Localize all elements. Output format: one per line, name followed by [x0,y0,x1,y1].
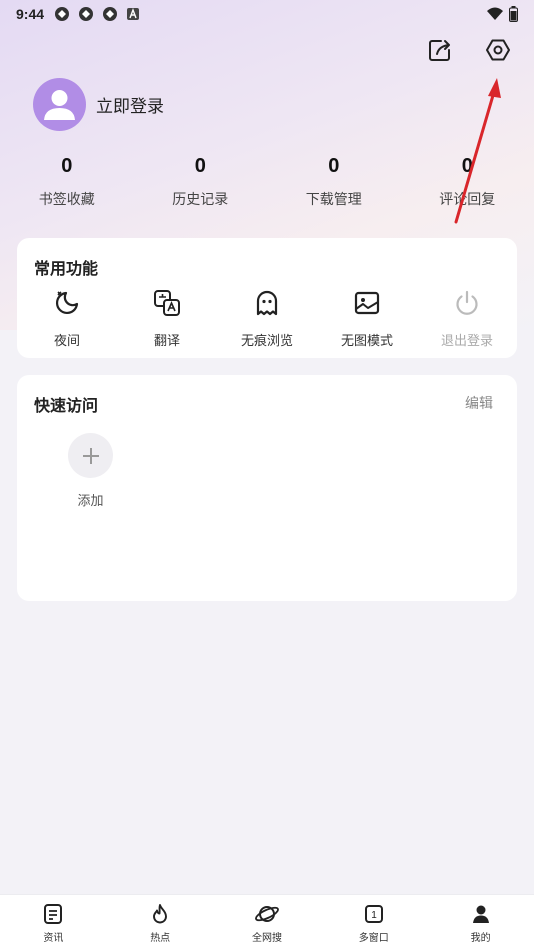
nav-label: 资讯 [43,933,64,944]
notification-a-icon [127,8,140,20]
add-circle[interactable] [68,433,113,478]
status-time: 9:44 [16,6,45,22]
flame-icon [153,904,168,924]
stat-comments[interactable]: 0 评论回复 [401,155,534,209]
nav-windows[interactable]: 1 多窗口 [320,895,427,950]
battery-icon [509,6,518,22]
stat-bookmarks[interactable]: 0 书签收藏 [0,155,134,209]
nav-hot[interactable]: 热点 [107,895,214,950]
system-icons [487,6,518,22]
profile-section[interactable]: 立即登录 [33,78,164,131]
notification-icons [54,6,140,22]
bottom-navigation: 资讯 热点 全网搜 1 多窗口 我的 [0,894,534,950]
windows-icon: 1 [364,905,383,923]
stat-label: 历史记录 [172,191,229,207]
edit-button[interactable]: 编辑 [465,393,493,413]
notification-app-icon [55,7,70,21]
power-icon [456,290,478,315]
settings-button[interactable] [484,36,512,64]
add-label: 添加 [77,493,104,508]
logout-button[interactable]: 退出登录 [417,288,517,349]
stats-row: 0 书签收藏 0 历史记录 0 下载管理 0 评论回复 [0,155,534,209]
share-button[interactable] [426,36,454,64]
notification-app-icon [103,7,118,21]
share-icon [429,40,450,61]
function-row: 夜间 翻译 无痕浏览 无图模式 退出登录 [17,288,517,349]
window-count-badge: 1 [371,910,377,921]
settings-icon [486,39,510,61]
nav-news[interactable]: 资讯 [0,895,107,950]
function-label: 无痕浏览 [240,333,293,348]
notification-app-icon [79,7,94,21]
quick-access-card: 快速访问 编辑 添加 [17,375,517,601]
function-label: 夜间 [53,333,80,348]
login-link[interactable]: 立即登录 [96,92,164,117]
card-title: 快速访问 [34,398,99,415]
status-bar: 9:44 [0,0,534,28]
card-title: 常用功能 [34,261,99,278]
add-shortcut-button[interactable]: 添加 [68,433,113,509]
avatar[interactable] [33,78,86,131]
stat-value: 0 [461,155,473,177]
person-icon [472,905,489,923]
no-image-mode-button[interactable]: 无图模式 [317,288,417,349]
translate-icon [154,290,180,316]
nav-mine[interactable]: 我的 [427,895,534,950]
moon-icon [55,291,79,315]
user-avatar-icon [44,90,75,120]
function-label: 无图模式 [340,333,393,348]
common-functions-card: 常用功能 夜间 翻译 无痕浏览 无图模式 退出登录 [17,238,517,358]
nav-label: 全网搜 [251,933,282,944]
nav-label: 热点 [150,933,171,944]
nav-search[interactable]: 全网搜 [214,895,321,950]
incognito-button[interactable]: 无痕浏览 [217,288,317,349]
image-icon [354,291,380,315]
stat-label: 评论回复 [439,191,496,207]
translate-button[interactable]: 翻译 [117,288,217,349]
plus-icon [82,447,99,464]
stat-value: 0 [61,155,73,177]
function-label: 翻译 [153,333,180,348]
planet-icon [255,906,279,922]
wifi-icon [487,7,503,20]
nav-label: 我的 [470,933,491,944]
top-actions [426,36,512,64]
stat-history[interactable]: 0 历史记录 [134,155,268,209]
stat-value: 0 [194,155,206,177]
stat-value: 0 [328,155,340,177]
ghost-icon [256,290,278,316]
function-label: 退出登录 [440,333,493,348]
stat-downloads[interactable]: 0 下载管理 [267,155,401,209]
stat-label: 书签收藏 [38,191,95,207]
nav-label: 多窗口 [358,933,389,944]
news-icon [44,904,63,924]
night-mode-button[interactable]: 夜间 [17,288,117,349]
stat-label: 下载管理 [305,191,362,207]
